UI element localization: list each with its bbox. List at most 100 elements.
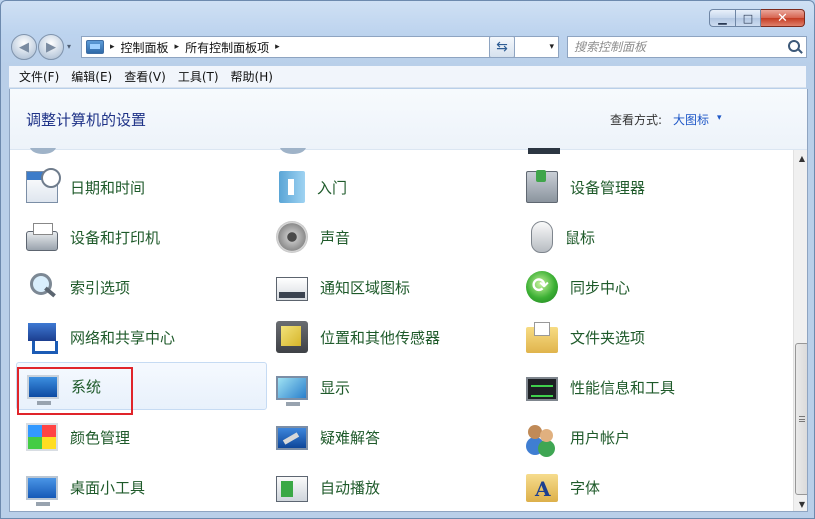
vertical-scrollbar[interactable]: ▲ ▼: [793, 150, 807, 511]
getting-started-icon: [279, 171, 305, 203]
item-mouse[interactable]: 鼠标: [526, 213, 766, 261]
minimize-button[interactable]: ▁: [709, 9, 735, 27]
autoplay-icon: [276, 475, 308, 502]
chevron-down-icon[interactable]: ▾: [717, 113, 722, 123]
partial-item-icon: [30, 148, 56, 154]
refresh-icon: ⇆: [496, 39, 508, 55]
menu-tools[interactable]: 工具(T): [172, 68, 225, 85]
view-by-dropdown[interactable]: 大图标: [673, 111, 709, 128]
network-icon: [26, 321, 58, 354]
item-label: 显示: [320, 378, 351, 397]
maximize-icon: □: [742, 11, 754, 25]
item-label: 疑难解答: [320, 428, 381, 447]
item-folder-options[interactable]: 文件夹选项: [526, 313, 766, 361]
content-pane: 调整计算机的设置 查看方式: 大图标 ▾ 日期和时间 入门 设备管理器 设备和打…: [9, 89, 808, 512]
color-management-icon: [26, 423, 58, 451]
item-label: 鼠标: [565, 228, 596, 247]
partial-item: [280, 148, 306, 154]
item-label: 入门: [317, 178, 348, 197]
minimize-icon: ▁: [718, 11, 727, 25]
grip-icon: [799, 416, 805, 422]
display-icon: [276, 376, 308, 406]
item-label: 位置和其他传感器: [320, 328, 441, 347]
scroll-down-icon[interactable]: ▼: [794, 496, 807, 511]
navigation-bar: ◀ ▶ ▾ ▸ 控制面板 ▸ 所有控制面板项 ▸ ▾ ⇆: [9, 34, 807, 60]
menu-help[interactable]: 帮助(H): [225, 68, 279, 85]
item-label: 颜色管理: [70, 428, 131, 447]
breadcrumb-control-panel[interactable]: 控制面板: [121, 39, 169, 56]
close-button[interactable]: ✕: [761, 9, 805, 27]
forward-button[interactable]: ▶: [38, 34, 64, 60]
breadcrumb-separator[interactable]: ▸: [275, 42, 280, 52]
item-getting-started[interactable]: 入门: [276, 163, 516, 211]
troubleshooting-icon: [276, 426, 308, 450]
control-panel-window: ▁ □ ✕ ◀ ▶ ▾ ▸ 控制面板 ▸ 所有控制面板项 ▸ ▾ ⇆ 文件(F)…: [0, 0, 815, 519]
menu-edit[interactable]: 编辑(E): [65, 68, 118, 85]
item-label: 网络和共享中心: [70, 328, 176, 347]
item-notification-icons[interactable]: 通知区域图标: [276, 263, 516, 311]
search-box[interactable]: [567, 36, 807, 58]
maximize-button[interactable]: □: [735, 9, 761, 27]
page-title: 调整计算机的设置: [26, 111, 147, 129]
item-label: 桌面小工具: [70, 478, 146, 497]
item-display[interactable]: 显示: [276, 363, 516, 411]
folder-options-icon: [526, 321, 558, 353]
refresh-button[interactable]: ⇆: [489, 36, 515, 58]
partial-item: [30, 148, 56, 154]
item-label: 字体: [570, 478, 601, 497]
menu-file[interactable]: 文件(F): [13, 68, 65, 85]
address-dropdown-icon[interactable]: ▾: [549, 42, 554, 52]
selection-highlight: [17, 367, 133, 415]
item-device-manager[interactable]: 设备管理器: [526, 163, 766, 211]
partial-item-icon: [528, 148, 560, 154]
sync-icon: [526, 271, 558, 303]
device-manager-icon: [526, 170, 558, 203]
item-label: 声音: [320, 228, 351, 247]
calendar-clock-icon: [26, 168, 61, 203]
fonts-icon: [526, 474, 558, 502]
item-fonts[interactable]: 字体: [526, 463, 766, 511]
item-devices-printers[interactable]: 设备和打印机: [26, 213, 266, 261]
scroll-up-icon[interactable]: ▲: [794, 150, 807, 166]
menu-view[interactable]: 查看(V): [118, 68, 172, 85]
item-label: 设备和打印机: [70, 228, 161, 247]
item-performance[interactable]: 性能信息和工具: [526, 363, 766, 411]
item-troubleshooting[interactable]: 疑难解答: [276, 413, 516, 461]
item-label: 通知区域图标: [320, 278, 411, 297]
item-autoplay[interactable]: 自动播放: [276, 463, 516, 511]
back-button[interactable]: ◀: [11, 34, 37, 60]
desktop-gadgets-icon: [26, 476, 58, 506]
scrollbar-thumb[interactable]: [795, 343, 807, 495]
mouse-icon: [531, 221, 553, 253]
breadcrumb-all-items[interactable]: 所有控制面板项: [185, 39, 269, 56]
item-location-sensors[interactable]: 位置和其他传感器: [276, 313, 516, 361]
item-label: 设备管理器: [570, 178, 646, 197]
item-label: 日期和时间: [70, 178, 146, 197]
item-color-management[interactable]: 颜色管理: [26, 413, 266, 461]
recent-pages-dropdown[interactable]: ▾: [67, 42, 71, 51]
item-label: 索引选项: [70, 278, 131, 297]
search-icon[interactable]: [788, 40, 800, 52]
back-arrow-icon: ◀: [19, 39, 29, 55]
item-label: 性能信息和工具: [570, 378, 676, 397]
magnifier-icon: [26, 271, 58, 303]
sensor-icon: [276, 321, 308, 353]
item-label: 文件夹选项: [570, 328, 646, 347]
item-network-sharing[interactable]: 网络和共享中心: [26, 313, 266, 361]
item-label: 用户帐户: [570, 428, 631, 447]
breadcrumb-separator[interactable]: ▸: [110, 42, 115, 52]
item-indexing-options[interactable]: 索引选项: [26, 263, 266, 311]
item-desktop-gadgets[interactable]: 桌面小工具: [26, 463, 266, 511]
item-label: 自动播放: [320, 478, 381, 497]
search-input[interactable]: [574, 40, 784, 54]
control-panel-icon: [86, 40, 104, 54]
address-bar[interactable]: ▸ 控制面板 ▸ 所有控制面板项 ▸ ▾: [81, 36, 559, 58]
item-user-accounts[interactable]: 用户帐户: [526, 413, 766, 461]
speaker-icon: [276, 221, 308, 253]
item-label: 同步中心: [570, 278, 631, 297]
item-sync-center[interactable]: 同步中心: [526, 263, 766, 311]
breadcrumb-separator[interactable]: ▸: [175, 42, 180, 52]
item-sound[interactable]: 声音: [276, 213, 516, 261]
item-date-time[interactable]: 日期和时间: [26, 163, 266, 211]
menu-bar: 文件(F) 编辑(E) 查看(V) 工具(T) 帮助(H): [9, 66, 806, 88]
